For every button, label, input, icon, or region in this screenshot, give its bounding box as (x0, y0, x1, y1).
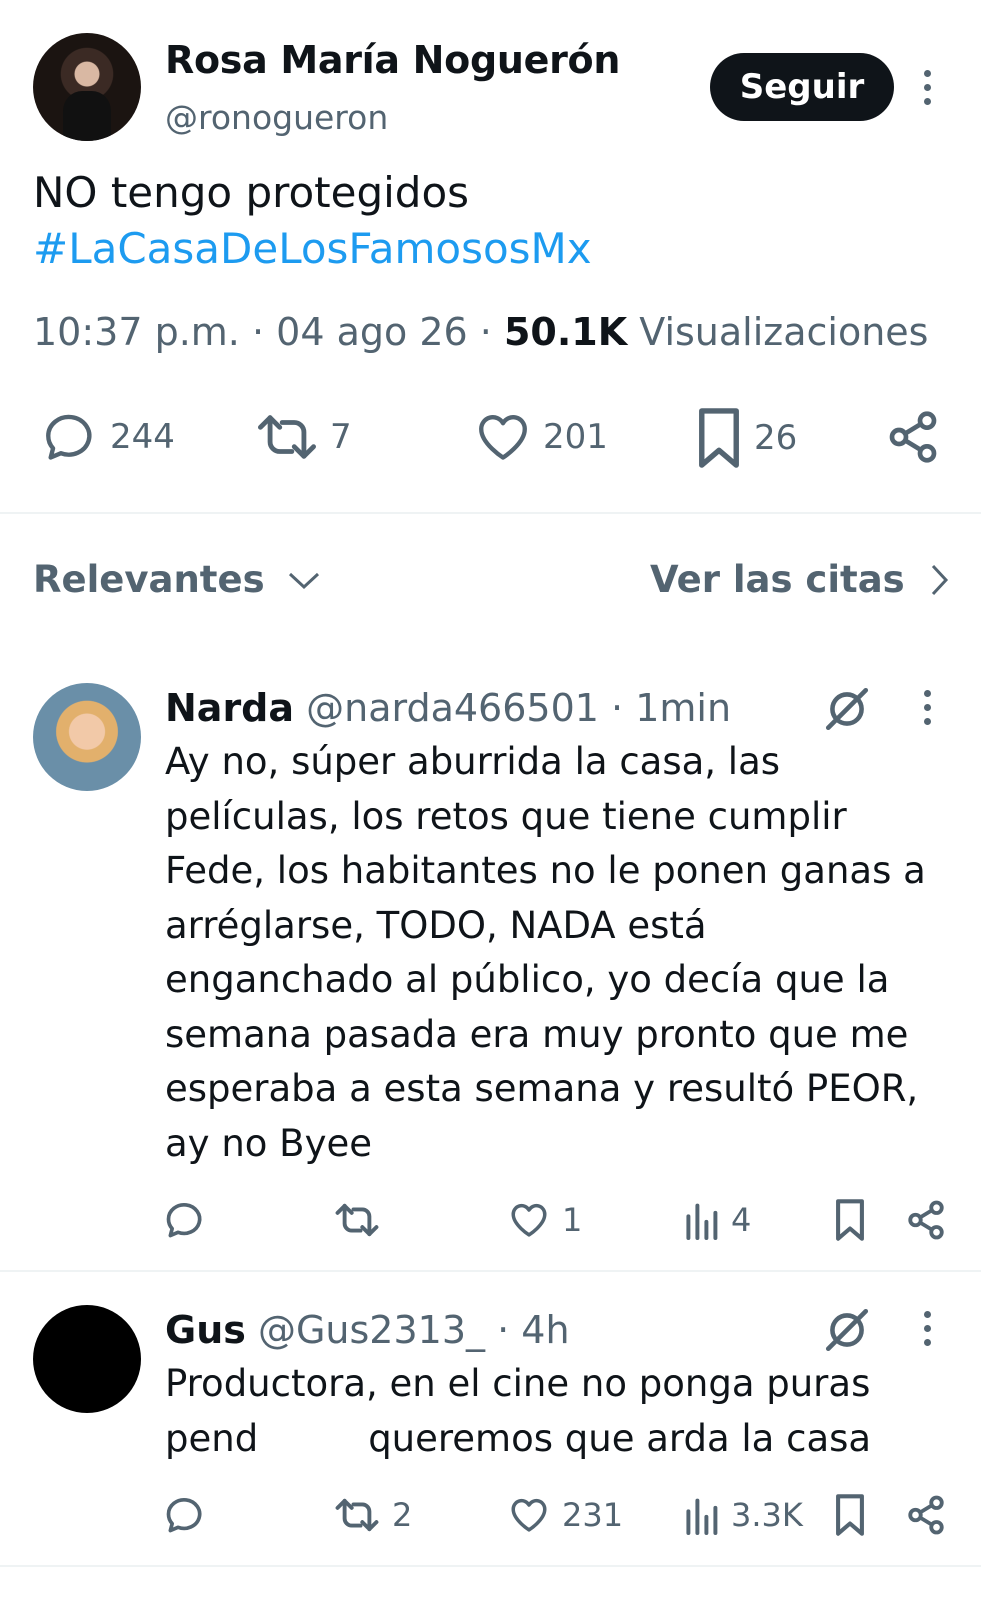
reply-text-line: semana pasada era muy pronto que me (165, 1012, 909, 1056)
like-action[interactable]: 201 (473, 408, 608, 466)
more-options-icon[interactable] (922, 690, 932, 725)
divider (0, 1270, 981, 1272)
reply-icon (166, 1203, 202, 1238)
more-options-icon[interactable] (922, 70, 932, 105)
reply-action[interactable]: 244 (40, 408, 175, 466)
reply-text-line: enganchado al público, yo decía que la (165, 958, 890, 1001)
reply-text-fragment: pend (165, 1416, 259, 1460)
retweet-count: 2 (392, 1496, 413, 1534)
share-icon[interactable] (885, 408, 941, 470)
analytics-icon (686, 1203, 718, 1240)
view-quotes-link[interactable]: Ver las citas (650, 558, 949, 601)
reply-action[interactable] (163, 1493, 207, 1537)
meta-separator: · (611, 686, 624, 730)
reply-avatar[interactable] (33, 1305, 141, 1413)
share-icon[interactable] (905, 1493, 947, 1541)
bookmark-action[interactable]: 26 (694, 406, 797, 470)
views-count: 50.1K (503, 310, 628, 354)
meta-separator: · (497, 1308, 510, 1352)
follow-button[interactable]: Seguir (710, 53, 894, 121)
heart-icon (511, 1498, 547, 1532)
reply-author-name[interactable]: Gus (165, 1308, 246, 1352)
quotes-label: Ver las citas (650, 558, 905, 601)
like-count: 201 (543, 417, 608, 457)
reply-icon (166, 1498, 202, 1533)
heart-icon (511, 1203, 547, 1237)
reply-text: Productora, en el cine no ponga puras pe… (165, 1357, 871, 1466)
meta-separator: · (479, 310, 492, 354)
retweet-icon (335, 1498, 379, 1532)
like-count: 231 (562, 1496, 624, 1534)
retweet-icon (258, 415, 317, 459)
tweet-meta: 10:37 p.m. · 04 ago 26 · 50.1K Visualiza… (33, 310, 928, 354)
reply-text: Ay no, súper aburrida la casa, las pelíc… (165, 735, 926, 1171)
reply-text-line: esperaba a esta semana y resultó PEOR, (165, 1067, 919, 1110)
meta-separator: · (251, 310, 265, 354)
retweet-icon (335, 1203, 379, 1237)
like-action[interactable]: 231 (508, 1493, 623, 1537)
tweet-text: NO tengo protegidos #LaCasaDeLosFamososM… (33, 165, 592, 277)
grok-icon[interactable] (822, 684, 872, 738)
author-avatar[interactable] (33, 33, 141, 141)
bookmark-icon (699, 408, 739, 468)
more-options-icon[interactable] (922, 1311, 932, 1346)
tweet-date[interactable]: 04 ago 26 (276, 310, 468, 354)
retweet-action[interactable]: 2 (334, 1493, 412, 1537)
reply-text-line: pend queremos que arda la casa (165, 1412, 871, 1467)
reply-text-line: ay no Byee (165, 1121, 372, 1165)
like-count: 1 (562, 1201, 583, 1239)
share-icon[interactable] (905, 1198, 947, 1246)
author-handle[interactable]: @ronogueron (165, 98, 388, 137)
views-count: 3.3K (731, 1496, 803, 1534)
bookmark-icon[interactable] (833, 1197, 867, 1247)
reply-count: 244 (110, 417, 175, 457)
reply-avatar[interactable] (33, 683, 141, 791)
hashtag-link[interactable]: #LaCasaDeLosFamososMx (33, 221, 592, 277)
reply-time[interactable]: 4h (521, 1308, 569, 1352)
tweet-text-line: NO tengo protegidos (33, 168, 470, 217)
tweet-time[interactable]: 10:37 p.m. (33, 310, 240, 354)
reply-header: Gus @Gus2313_ · 4h (165, 1308, 570, 1352)
views-action[interactable]: 3.3K (683, 1493, 803, 1537)
sort-selector[interactable]: Relevantes (33, 558, 321, 601)
analytics-icon (686, 1498, 718, 1535)
chevron-right-icon (931, 564, 948, 595)
divider (0, 512, 981, 514)
bookmark-icon[interactable] (833, 1492, 867, 1542)
reply-text-line: arréglarse, TODO, NADA está (165, 903, 707, 947)
reply-author-handle[interactable]: @narda466501 (306, 686, 599, 730)
views-count: 4 (731, 1201, 752, 1239)
reply-author-name[interactable]: Narda (165, 686, 294, 730)
chevron-down-icon (288, 572, 319, 589)
reply-text-line: Fede, los habitantes no le ponen ganas a (165, 849, 926, 892)
reply-text-line: Ay no, súper aburrida la casa, las (165, 740, 781, 783)
reply-text-line: Productora, en el cine no ponga puras (165, 1362, 871, 1405)
like-action[interactable]: 1 (508, 1198, 582, 1242)
divider (0, 1565, 981, 1567)
reply-text-fragment: queremos que arda la casa (368, 1416, 872, 1460)
reply-action[interactable] (163, 1198, 207, 1242)
retweet-action[interactable] (334, 1198, 392, 1242)
retweet-action[interactable]: 7 (254, 408, 352, 466)
heart-icon (479, 415, 527, 460)
sort-label: Relevantes (33, 558, 265, 601)
grok-icon[interactable] (822, 1305, 872, 1359)
author-name[interactable]: Rosa María Noguerón (165, 38, 620, 82)
reply-author-handle[interactable]: @Gus2313_ (258, 1308, 485, 1352)
reply-text-line: películas, los retos que tiene cumplir (165, 794, 847, 838)
views-action[interactable]: 4 (683, 1198, 751, 1242)
bookmark-count: 26 (754, 418, 798, 458)
reply-time[interactable]: 1min (635, 686, 731, 730)
reply-icon (46, 414, 92, 460)
views-label: Visualizaciones (639, 310, 929, 354)
reply-header: Narda @narda466501 · 1min (165, 686, 731, 730)
retweet-count: 7 (330, 417, 352, 457)
